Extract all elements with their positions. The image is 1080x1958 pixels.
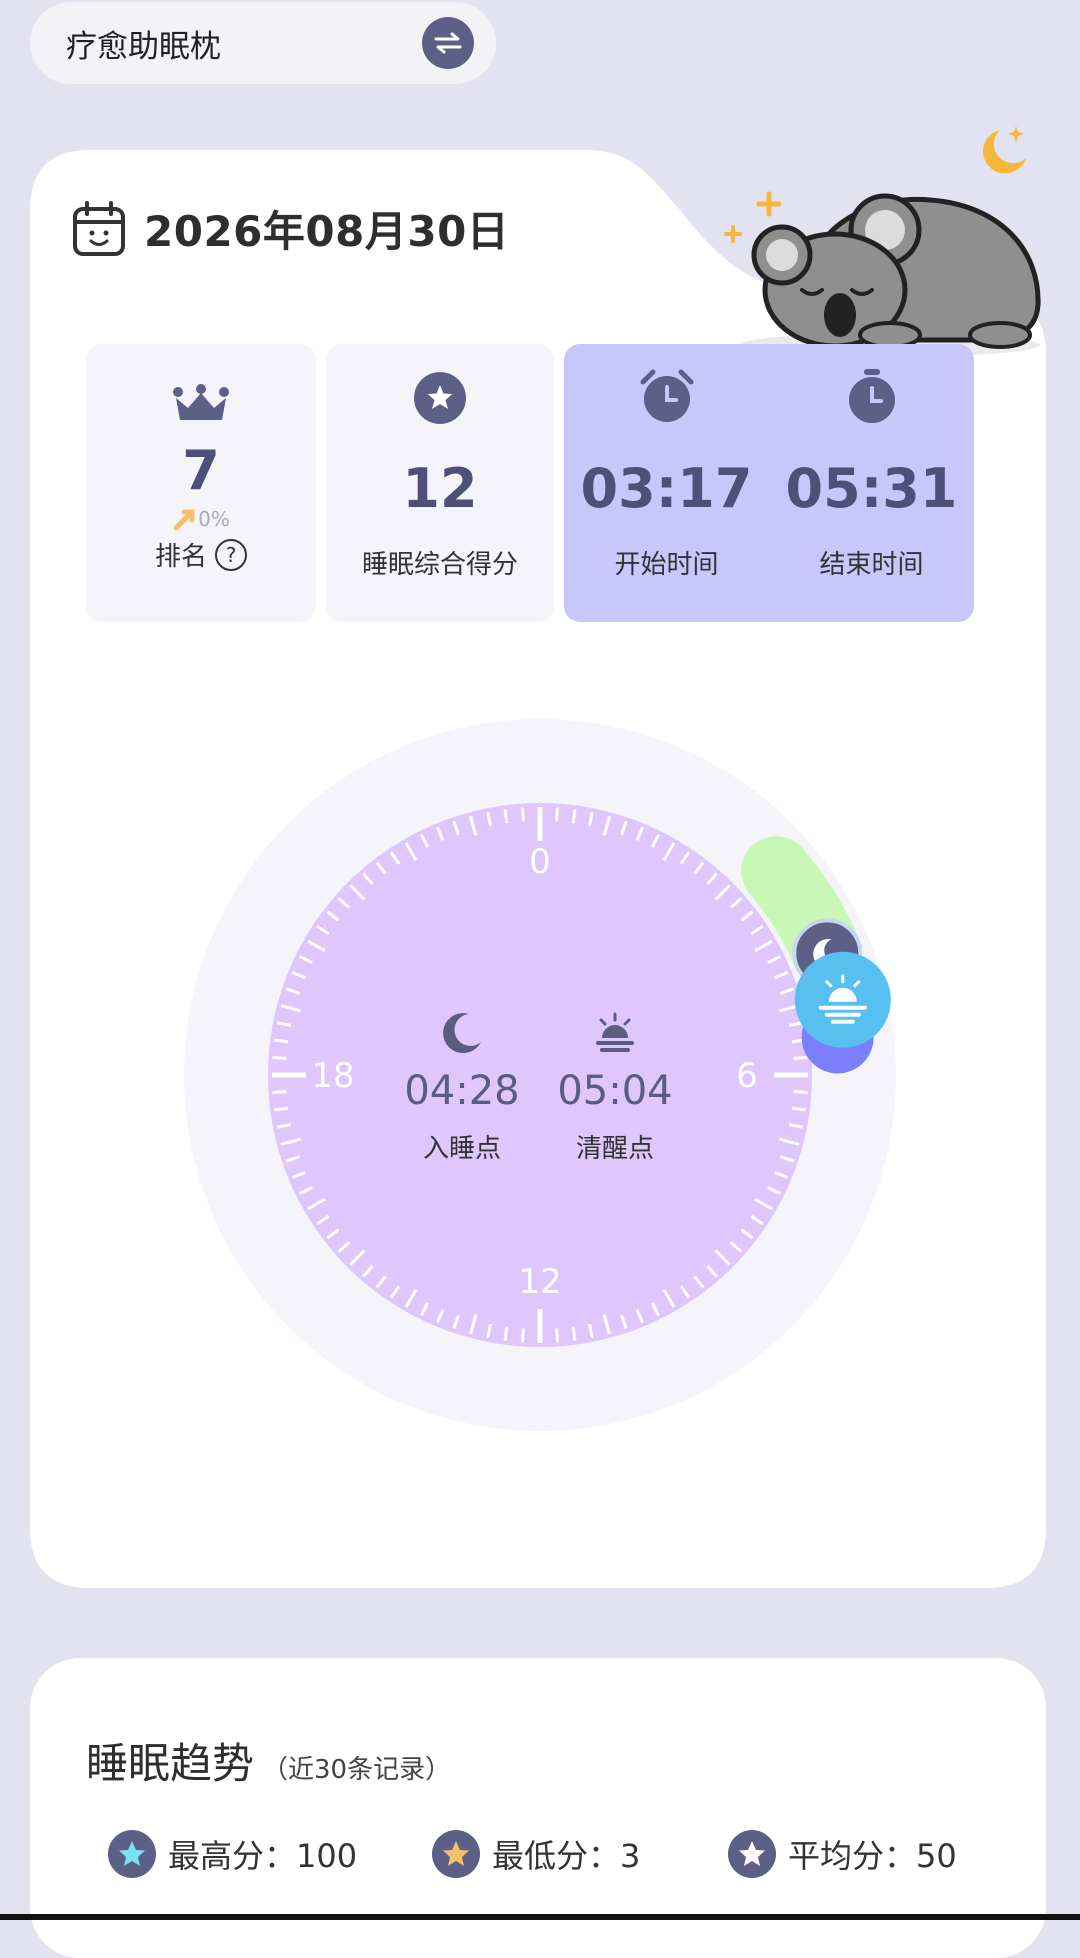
clock-tick: [571, 1326, 577, 1341]
clock-label-12: 12: [518, 1262, 561, 1302]
crown-icon: [173, 384, 229, 420]
score-stat: 12 睡眠综合得分: [326, 344, 554, 622]
start-time-stat: 03:17 开始时间: [564, 344, 769, 622]
clock-tick: [555, 807, 560, 822]
sleep-clock: 0 6 12 18: [184, 719, 896, 1431]
start-time-value: 03:17: [580, 457, 753, 520]
clock-tick: [555, 1328, 560, 1343]
wake-point-marker: [794, 951, 891, 1048]
wake-point-time: 05:04: [557, 1068, 673, 1114]
clock-tick: [791, 1106, 806, 1112]
rank-change-value: 0%: [198, 507, 230, 531]
score-label: 睡眠综合得分: [361, 550, 518, 580]
trend-avg-stat: 平均分：50: [728, 1830, 957, 1878]
rank-stat: 7 0% 排名 ?: [86, 344, 316, 622]
star-badge-icon: [728, 1830, 776, 1878]
trend-min-value: 最低分：3: [492, 1837, 641, 1875]
clock-label-18: 18: [311, 1056, 354, 1096]
clock-tick: [272, 1055, 287, 1060]
alarm-clock-icon: [640, 369, 693, 422]
sleep-trend-card: 睡眠趋势 （近30条记录） 最高分：100 最低分：3 平均分：50: [30, 1658, 1046, 1958]
report-date-row: 2026年08月30日: [72, 198, 509, 259]
device-selector[interactable]: 疗愈助眠枕: [30, 2, 496, 84]
sleeping-koala-illustration: [724, 126, 1041, 357]
clock-label-6: 6: [736, 1056, 758, 1096]
star-badge-icon: [414, 372, 466, 424]
wake-point-stat: 05:04 清醒点: [545, 1010, 685, 1165]
device-name: 疗愈助眠枕: [66, 28, 221, 65]
rank-value: 7: [182, 439, 220, 502]
star-badge-icon: [432, 1830, 480, 1878]
trend-arrow-icon: [173, 509, 195, 531]
clock-tick: [272, 1090, 287, 1095]
report-date: 2026年08月30日: [144, 207, 510, 256]
trend-max-value: 最高分：100: [168, 1837, 358, 1875]
switch-device-button[interactable]: [422, 17, 474, 69]
help-icon[interactable]: ?: [215, 538, 247, 571]
trend-max-stat: 最高分：100: [108, 1830, 357, 1878]
trend-min-stat: 最低分：3: [432, 1830, 640, 1878]
trend-avg-value: 平均分：50: [788, 1837, 957, 1875]
end-time-stat: 05:31 结束时间: [769, 344, 974, 622]
clock-tick: [793, 1055, 808, 1060]
switch-arrows-icon: [434, 32, 462, 54]
rank-change: 0%: [172, 506, 230, 532]
clock-tick: [571, 809, 577, 824]
calendar-icon: [73, 200, 125, 256]
start-time-label: 开始时间: [614, 550, 719, 580]
rank-label: 排名: [154, 542, 207, 572]
sunrise-icon: [596, 1012, 634, 1052]
end-time-value: 05:31: [785, 457, 958, 520]
trend-subtitle: （近30条记录）: [262, 1755, 452, 1785]
sleep-point-stat: 04:28 入睡点: [392, 1010, 532, 1165]
clock-tick: [503, 1326, 509, 1341]
clock-tick: [520, 807, 525, 822]
moon-icon: [983, 130, 1026, 174]
stopwatch-icon: [848, 369, 895, 423]
trend-title: 睡眠趋势: [86, 1739, 255, 1788]
end-time-label: 结束时间: [819, 550, 924, 580]
clock-tick: [793, 1090, 808, 1095]
score-value: 12: [402, 457, 478, 520]
sleep-point-label: 入睡点: [422, 1134, 501, 1164]
moon-icon: [443, 1013, 481, 1054]
star-badge-icon: [108, 1830, 156, 1878]
wake-point-label: 清醒点: [575, 1134, 654, 1164]
trend-title-row: 睡眠趋势 （近30条记录）: [86, 1730, 451, 1791]
time-panel: 03:17 开始时间 05:31 结束时间: [564, 344, 974, 622]
clock-tick: [274, 1038, 289, 1044]
clock-tick: [503, 809, 509, 824]
clock-tick: [274, 1106, 289, 1112]
sleep-point-time: 04:28: [404, 1068, 520, 1114]
clock-label-0: 0: [529, 842, 551, 882]
bottom-edge: [0, 1914, 1080, 1920]
clock-tick: [520, 1328, 525, 1343]
